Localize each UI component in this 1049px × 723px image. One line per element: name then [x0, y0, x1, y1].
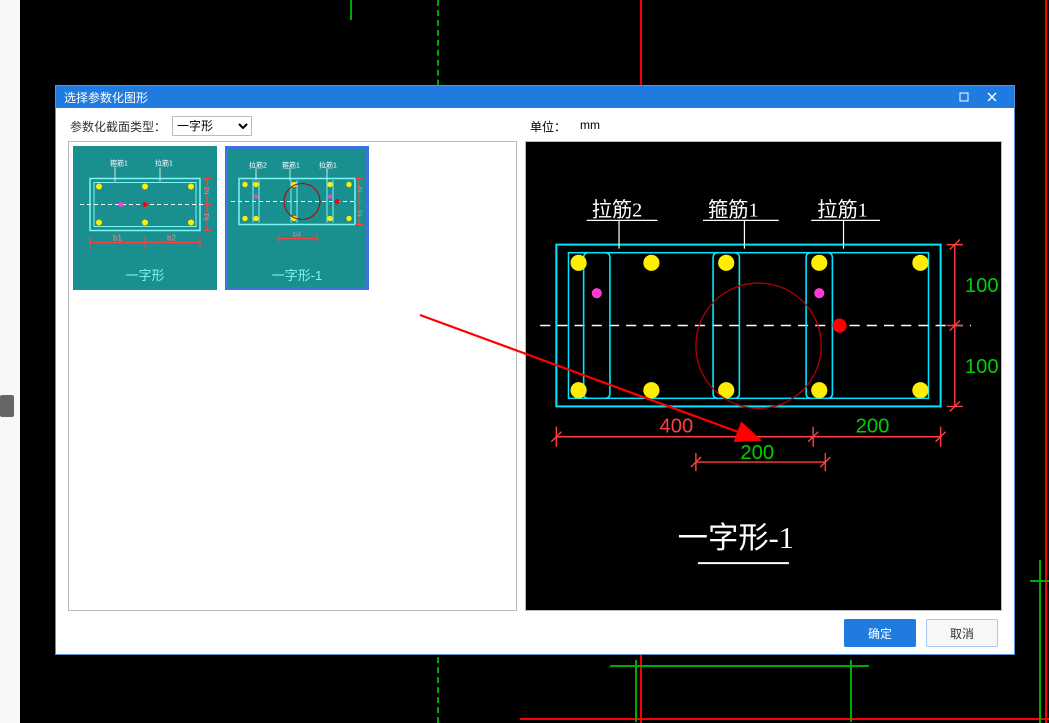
svg-text:h2: h2 [204, 186, 211, 194]
preview-canvas: 拉筋2 箍筋1 拉筋1 [525, 141, 1002, 611]
dialog-titlebar[interactable]: 选择参数化图形 [56, 86, 1014, 108]
svg-text:箍筋1: 箍筋1 [708, 198, 759, 221]
svg-text:一字形-1: 一字形-1 [677, 521, 793, 555]
svg-text:拉筋1: 拉筋1 [155, 158, 173, 167]
svg-text:400: 400 [659, 415, 693, 437]
svg-text:b3: b3 [293, 231, 301, 238]
thumbnail-caption: 一字形-1 [227, 263, 367, 288]
thumbnail-option[interactable]: 箍筋1 拉筋1 b1 b2 h2 h1 一字形 [73, 146, 217, 290]
cancel-button[interactable]: 取消 [926, 619, 998, 647]
svg-text:h1: h1 [358, 209, 364, 216]
svg-text:b2: b2 [167, 233, 176, 242]
close-button[interactable] [978, 86, 1006, 108]
svg-text:箍筋1: 箍筋1 [110, 158, 128, 167]
svg-text:h1: h1 [204, 212, 211, 220]
thumbnail-option-selected[interactable]: 拉筋2 箍筋1 拉筋1 b3 h2 h1 一字形-1 [225, 146, 369, 290]
dialog-topbar: 参数化截面类型： 一字形 单位： mm [56, 108, 1014, 139]
svg-text:箍筋1: 箍筋1 [282, 160, 300, 169]
ok-button[interactable]: 确定 [844, 619, 916, 647]
gutter-nub [0, 395, 14, 417]
dialog-title: 选择参数化图形 [64, 89, 950, 106]
section-type-label: 参数化截面类型： [70, 118, 166, 135]
svg-text:拉筋2: 拉筋2 [249, 160, 267, 169]
svg-text:200: 200 [855, 415, 889, 437]
svg-text:h2: h2 [358, 185, 364, 192]
thumbnail-list: 箍筋1 拉筋1 b1 b2 h2 h1 一字形 [68, 141, 517, 611]
svg-text:b1: b1 [113, 233, 122, 242]
svg-text:拉筋1: 拉筋1 [817, 198, 868, 221]
minimize-button[interactable] [950, 86, 978, 108]
svg-text:100: 100 [965, 356, 999, 378]
svg-text:200: 200 [740, 442, 774, 464]
app-left-gutter [0, 0, 21, 723]
svg-text:拉筋1: 拉筋1 [319, 160, 337, 169]
unit-label: 单位： [530, 118, 566, 135]
section-type-select[interactable]: 一字形 [172, 116, 252, 136]
svg-text:100: 100 [965, 275, 999, 297]
select-parametric-shape-dialog: 选择参数化图形 参数化截面类型： 一字形 单位： mm [55, 85, 1015, 655]
dialog-footer: 确定 取消 [56, 619, 1014, 654]
thumbnail-caption: 一字形 [75, 263, 215, 288]
svg-text:拉筋2: 拉筋2 [591, 198, 642, 221]
unit-value: mm [580, 118, 600, 135]
